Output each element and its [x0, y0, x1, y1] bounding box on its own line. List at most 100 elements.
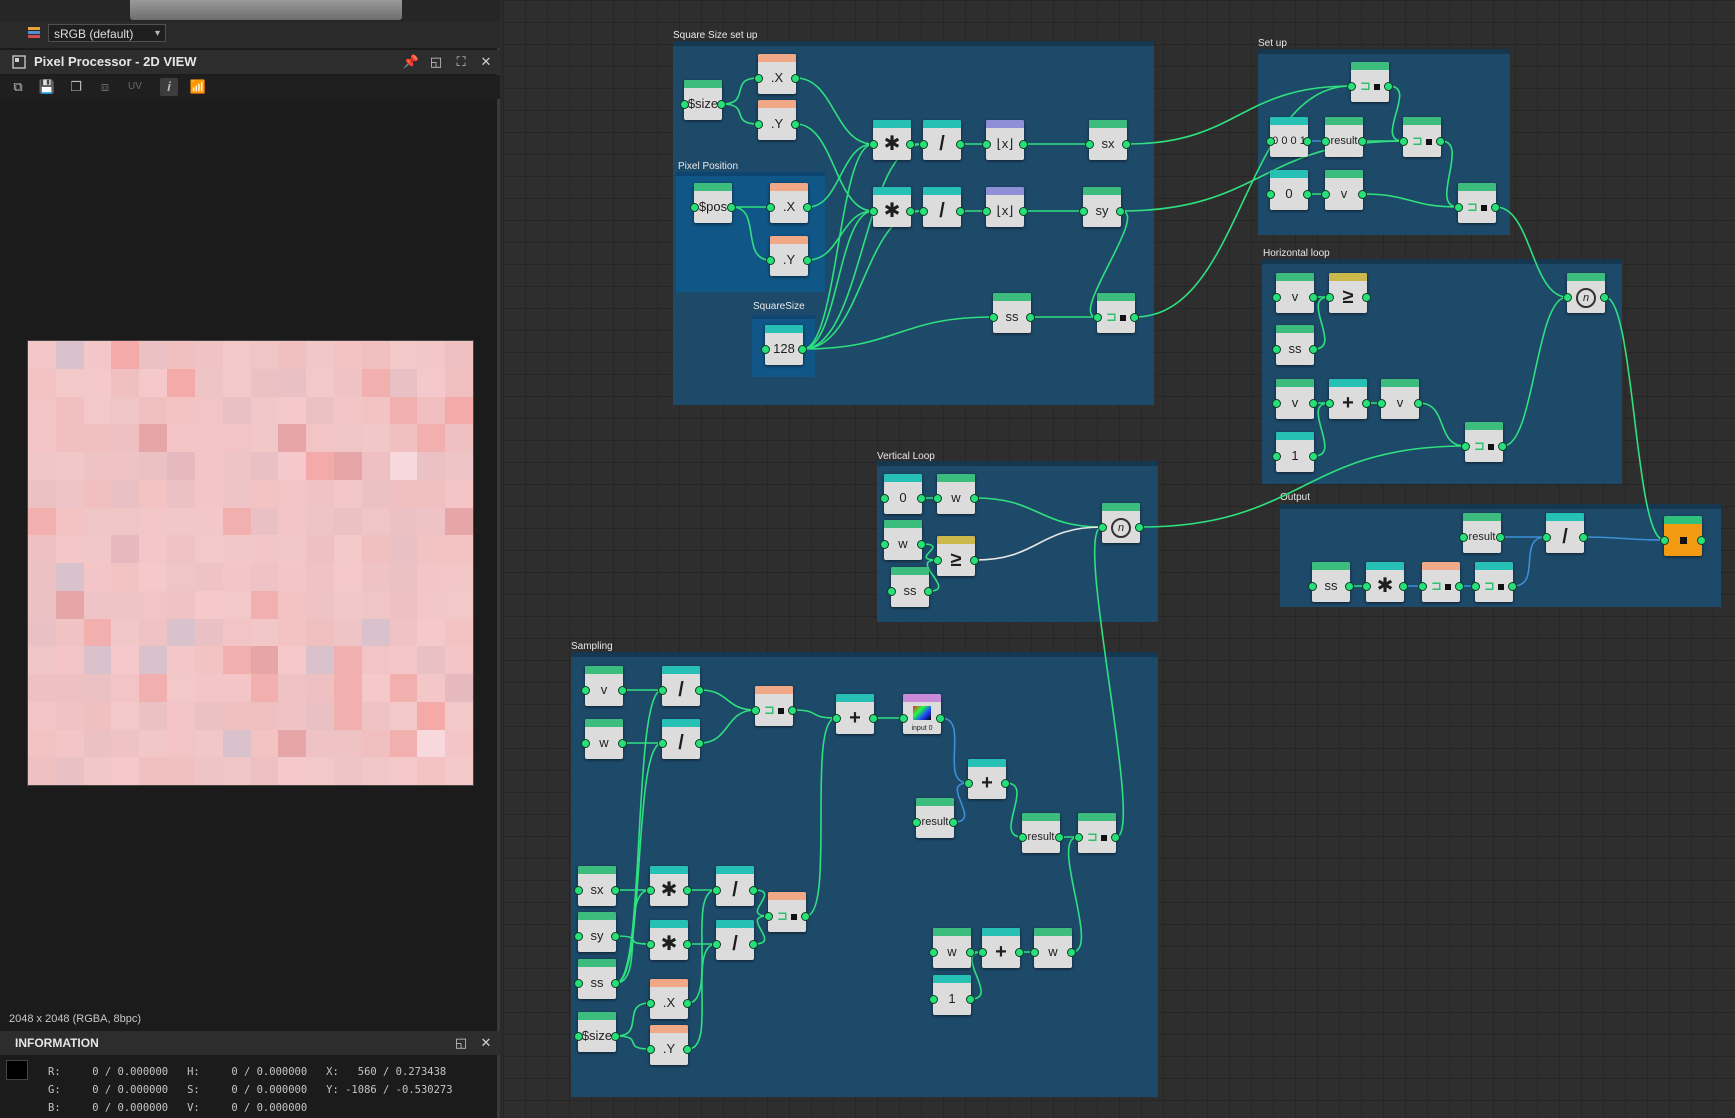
set-result-node[interactable]: result — [1018, 813, 1064, 853]
get-w-node[interactable]: w — [880, 520, 926, 560]
output-pin[interactable] — [956, 140, 965, 149]
input-pin[interactable] — [1085, 140, 1094, 149]
float-0-node[interactable]: 0 — [1266, 170, 1312, 210]
input-pin[interactable] — [1459, 533, 1468, 542]
output-pin[interactable] — [695, 739, 704, 748]
input-pin[interactable] — [764, 912, 773, 921]
swizzle-x-node[interactable]: .X — [766, 183, 812, 223]
copy-icon[interactable]: ⧉ — [9, 78, 27, 96]
input-pin[interactable] — [1308, 582, 1317, 591]
divide-node[interactable]: / — [712, 866, 758, 906]
divide-node[interactable]: / — [658, 719, 704, 759]
swizzle-node[interactable]: ⊐ — [1418, 562, 1464, 602]
vector-node[interactable]: ⊐ — [1471, 562, 1517, 602]
output-pin[interactable] — [717, 100, 726, 109]
input-pin[interactable] — [919, 207, 928, 216]
maximize-icon[interactable]: ⛶ — [452, 53, 470, 71]
input-pin[interactable] — [1030, 948, 1039, 957]
output-pin[interactable] — [1116, 207, 1125, 216]
output-pin[interactable] — [1498, 442, 1507, 451]
sampler-node[interactable]: input 0 — [899, 694, 945, 734]
input-pin[interactable] — [1461, 442, 1470, 451]
output-pin[interactable] — [1358, 190, 1367, 199]
output-pin[interactable] — [1436, 137, 1445, 146]
set-w-node[interactable]: w — [1030, 928, 1076, 968]
input-pin[interactable] — [1377, 399, 1386, 408]
input-pin[interactable] — [574, 932, 583, 941]
set-sy-node[interactable]: sy — [1079, 187, 1125, 227]
input-pin[interactable] — [574, 1032, 583, 1041]
output-pin[interactable] — [1455, 582, 1464, 591]
set-ss-node[interactable]: ss — [989, 293, 1035, 333]
close-icon[interactable]: ✕ — [477, 53, 495, 71]
size-node[interactable]: $size — [680, 80, 726, 120]
input-pin[interactable] — [690, 203, 699, 212]
input-pin[interactable] — [1347, 82, 1356, 91]
input-pin[interactable] — [574, 979, 583, 988]
output-pin[interactable] — [1384, 82, 1393, 91]
float-1-node[interactable]: 1 — [1272, 432, 1318, 472]
output-pin[interactable] — [1015, 948, 1024, 957]
output-pin[interactable] — [1111, 833, 1120, 842]
output-pin[interactable] — [683, 940, 692, 949]
sequence-node[interactable]: ⊐ — [1347, 62, 1393, 102]
get-v-node[interactable]: v — [581, 666, 627, 706]
input-pin[interactable] — [1098, 523, 1107, 532]
multiply-node[interactable]: ✱ — [646, 866, 692, 906]
input-pin[interactable] — [832, 714, 841, 723]
input-pin[interactable] — [880, 540, 889, 549]
divide-node[interactable]: / — [658, 666, 704, 706]
input-pin[interactable] — [869, 207, 878, 216]
multiply-node[interactable]: ✱ — [1362, 562, 1408, 602]
output-pin[interactable] — [611, 932, 620, 941]
add-node[interactable]: + — [1325, 379, 1371, 419]
input-pin[interactable] — [712, 940, 721, 949]
output-pin[interactable] — [618, 686, 627, 695]
output-pin[interactable] — [1399, 582, 1408, 591]
sequence-node[interactable]: ⊐ — [1074, 813, 1120, 853]
input-pin[interactable] — [1093, 313, 1102, 322]
histogram-icon[interactable]: 📶 — [189, 78, 207, 96]
input-pin[interactable] — [646, 886, 655, 895]
swizzle-x-node[interactable]: .X — [754, 54, 800, 94]
divide-node[interactable]: / — [1542, 513, 1588, 553]
float-1-node[interactable]: 1 — [929, 975, 975, 1015]
input-pin[interactable] — [680, 100, 689, 109]
output-pin[interactable] — [611, 886, 620, 895]
output-pin[interactable] — [1358, 137, 1367, 146]
input-pin[interactable] — [929, 948, 938, 957]
output-pin[interactable] — [618, 739, 627, 748]
export-icon[interactable]: ❐ — [67, 78, 85, 96]
output-pin[interactable] — [1019, 207, 1028, 216]
colorspace-select[interactable]: sRGB (default) ▾ — [48, 24, 166, 42]
output-pin[interactable] — [1414, 399, 1423, 408]
input-pin[interactable] — [1272, 345, 1281, 354]
input-pin[interactable] — [1266, 190, 1275, 199]
output-pin[interactable] — [1345, 582, 1354, 591]
output-pin[interactable] — [803, 203, 812, 212]
loop-node[interactable]: n — [1098, 503, 1144, 543]
multiply-node[interactable]: ✱ — [869, 120, 915, 160]
preview-image[interactable] — [27, 340, 474, 786]
get-size-node[interactable]: $size — [574, 1012, 620, 1052]
output-pin[interactable] — [966, 948, 975, 957]
input-pin[interactable] — [869, 140, 878, 149]
sequence-node[interactable]: ⊐ — [1454, 183, 1500, 223]
output-pin[interactable] — [970, 494, 979, 503]
multiply-node[interactable]: ✱ — [869, 187, 915, 227]
input-pin[interactable] — [1660, 536, 1669, 545]
input-pin[interactable] — [899, 714, 908, 723]
output-pin[interactable] — [1309, 452, 1318, 461]
output-pin[interactable] — [1303, 137, 1312, 146]
sequence-node[interactable]: ⊐ — [1461, 422, 1507, 462]
vector-float-node[interactable]: ⊐ — [764, 892, 810, 932]
greater-equal-node[interactable]: ≥ — [933, 536, 979, 576]
input-pin[interactable] — [933, 556, 942, 565]
output-pin[interactable] — [1491, 203, 1500, 212]
output-pin[interactable] — [683, 1045, 692, 1054]
output-pin[interactable] — [1579, 533, 1588, 542]
input-pin[interactable] — [712, 886, 721, 895]
output-pin[interactable] — [1508, 582, 1517, 591]
output-pin[interactable] — [936, 714, 945, 723]
input-pin[interactable] — [581, 739, 590, 748]
